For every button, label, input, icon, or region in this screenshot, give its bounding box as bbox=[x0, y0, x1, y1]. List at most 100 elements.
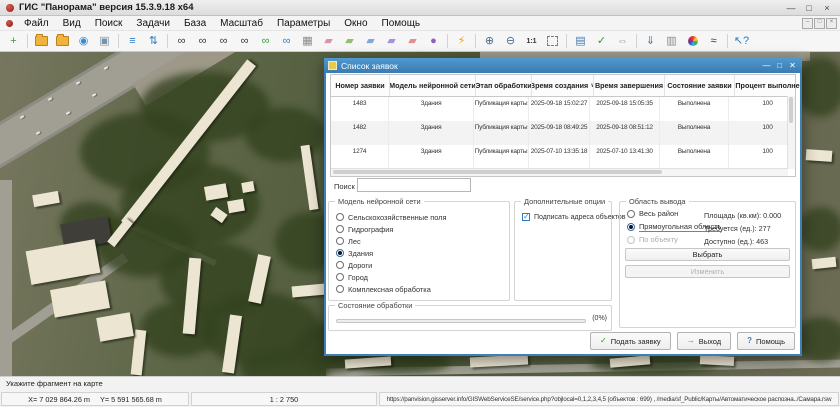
radio-icon[interactable] bbox=[336, 249, 344, 257]
select-area-button[interactable]: Выбрать bbox=[625, 248, 790, 261]
table-header-cell[interactable]: Модель нейронной сети bbox=[390, 75, 476, 96]
child-minimize-button[interactable]: – bbox=[802, 18, 813, 29]
find-area-button[interactable]: ∞ bbox=[192, 33, 213, 50]
data-grid-button[interactable]: ▦ bbox=[297, 33, 318, 50]
frame-select-button[interactable] bbox=[542, 33, 563, 50]
find-line-button[interactable]: ∞ bbox=[213, 33, 234, 50]
statusbar-scale[interactable]: 1 : 2 750 bbox=[191, 392, 377, 406]
scale-1-1-button[interactable]: 1:1 bbox=[521, 33, 542, 50]
find-object-button[interactable]: ∞ bbox=[171, 33, 192, 50]
copy-map-button[interactable]: ▣ bbox=[94, 33, 115, 50]
radio-icon[interactable] bbox=[627, 210, 635, 218]
dock-button[interactable]: ⇓ bbox=[640, 33, 661, 50]
menu-item-6[interactable]: Масштаб bbox=[213, 18, 270, 29]
zoom-in-button[interactable]: ⊕ bbox=[479, 33, 500, 50]
radio-option[interactable]: Город bbox=[329, 271, 509, 283]
radio-icon[interactable] bbox=[336, 237, 344, 245]
table-header-cell[interactable]: Время завершения bbox=[594, 75, 665, 96]
radio-selected-option[interactable]: Здания bbox=[329, 247, 509, 259]
requests-table: Номер заявкиМодель нейронной сетиЭтап об… bbox=[330, 74, 796, 177]
menu-item-2[interactable]: Вид bbox=[56, 18, 88, 29]
radio-icon[interactable] bbox=[336, 225, 344, 233]
child-restore-button[interactable]: □ bbox=[814, 18, 825, 29]
checkbox-checked-icon[interactable] bbox=[522, 213, 530, 221]
menu-item-1[interactable]: Файл bbox=[17, 18, 56, 29]
radio-icon[interactable] bbox=[336, 261, 344, 269]
radio-option[interactable]: Комплексная обработка bbox=[329, 283, 509, 295]
minimize-button[interactable]: — bbox=[782, 1, 800, 14]
panorama-button[interactable]: ≈ bbox=[703, 33, 724, 50]
radio-icon[interactable] bbox=[336, 285, 344, 293]
menu-item-4[interactable]: Задачи bbox=[129, 18, 177, 29]
data-grid-icon: ▦ bbox=[302, 36, 312, 47]
map-sheet-red-button[interactable]: ▰ bbox=[402, 33, 423, 50]
table-header-cell[interactable]: Время создания∨ bbox=[532, 75, 594, 96]
dialog-icon bbox=[328, 61, 337, 70]
child-close-button[interactable]: × bbox=[826, 18, 837, 29]
find-web-button[interactable]: ∞ bbox=[276, 33, 297, 50]
map-sheet-violet-button[interactable]: ▰ bbox=[381, 33, 402, 50]
table-horizontal-scrollbar[interactable] bbox=[331, 168, 788, 176]
radio-icon[interactable] bbox=[627, 236, 635, 244]
dialog-close-button[interactable]: ✕ bbox=[786, 61, 799, 70]
menu-item-3[interactable]: Поиск bbox=[88, 18, 130, 29]
table-row[interactable]: 1483ЗданияПубликация карты2025-09-18 15:… bbox=[331, 97, 795, 121]
resize-button[interactable]: ⇔ bbox=[612, 33, 633, 50]
button-check[interactable]: ✓Подать заявку bbox=[590, 332, 671, 350]
color-wheel-button[interactable] bbox=[682, 33, 703, 50]
search-input[interactable] bbox=[357, 178, 471, 192]
panel-button[interactable]: ▤ bbox=[570, 33, 591, 50]
run-task-button[interactable]: ⚡ bbox=[451, 33, 472, 50]
open-map-icon bbox=[35, 36, 48, 46]
apply-button[interactable]: ✓ bbox=[591, 33, 612, 50]
find-point-button[interactable]: ∞ bbox=[234, 33, 255, 50]
table-header-cell[interactable]: Состояние заявки bbox=[665, 75, 735, 96]
close-button[interactable]: × bbox=[818, 1, 836, 14]
button-arrow[interactable]: →Выход bbox=[677, 332, 731, 350]
layers-button[interactable]: ≡ bbox=[122, 33, 143, 50]
clipboard-button[interactable]: ▥ bbox=[661, 33, 682, 50]
radio-option[interactable]: Сельскохозяйственные поля bbox=[329, 211, 509, 223]
radio-icon[interactable] bbox=[627, 223, 635, 231]
geoportal-button[interactable]: ◉ bbox=[73, 33, 94, 50]
sphere-button[interactable]: ● bbox=[423, 33, 444, 50]
table-row[interactable]: 1482ЗданияПубликация карты2025-09-18 08:… bbox=[331, 121, 795, 145]
table-header-cell[interactable]: Номер заявки bbox=[331, 75, 390, 96]
dialog-maximize-button[interactable]: □ bbox=[773, 61, 786, 70]
open-map-button[interactable] bbox=[31, 33, 52, 50]
radio-label: Комплексная обработка bbox=[348, 285, 431, 294]
zoom-out-button[interactable]: ⊖ bbox=[500, 33, 521, 50]
map-sheet-green-button[interactable]: ▰ bbox=[339, 33, 360, 50]
menu-item-9[interactable]: Помощь bbox=[375, 18, 428, 29]
radio-option[interactable]: Гидрография bbox=[329, 223, 509, 235]
map-sheet-pink-button[interactable]: ▰ bbox=[318, 33, 339, 50]
sign-addresses-checkbox-row[interactable]: Подписать адреса объектов bbox=[515, 211, 611, 223]
button-label: Подать заявку bbox=[611, 337, 661, 346]
new-map-button[interactable]: + bbox=[3, 33, 24, 50]
menu-item-7[interactable]: Параметры bbox=[270, 18, 337, 29]
table-row[interactable]: 1274ЗданияПубликация карты2025-07-10 13:… bbox=[331, 145, 795, 169]
maximize-button[interactable]: □ bbox=[800, 1, 818, 14]
progress-bar bbox=[336, 319, 586, 323]
open-database-button[interactable] bbox=[52, 33, 73, 50]
pointer-help-button[interactable]: ↖? bbox=[731, 33, 752, 50]
menu-item-8[interactable]: Окно bbox=[337, 18, 374, 29]
area-group: Область вывода Весь районПрямоугольная о… bbox=[619, 201, 796, 328]
table-vertical-scrollbar[interactable] bbox=[787, 96, 795, 169]
table-cell: Выполнена bbox=[660, 97, 729, 121]
radio-icon[interactable] bbox=[336, 213, 344, 221]
dialog-minimize-button[interactable]: — bbox=[760, 61, 773, 70]
find-settings-button[interactable]: ∞ bbox=[255, 33, 276, 50]
map-sheet-blue-button[interactable]: ▰ bbox=[360, 33, 381, 50]
menu-item-5[interactable]: База bbox=[177, 18, 213, 29]
map-sheet-violet-icon: ▰ bbox=[387, 36, 395, 47]
object-list-button[interactable]: ⇅ bbox=[143, 33, 164, 50]
radio-option[interactable]: Дороги bbox=[329, 259, 509, 271]
area-group-title: Область вывода bbox=[626, 197, 689, 206]
radio-option[interactable]: Лес bbox=[329, 235, 509, 247]
table-header-cell[interactable]: Процент выполнения bbox=[735, 75, 800, 96]
dialog-titlebar[interactable]: Список заявок —□✕ bbox=[324, 58, 802, 73]
table-header-cell[interactable]: Этап обработки bbox=[476, 75, 532, 96]
radio-icon[interactable] bbox=[336, 273, 344, 281]
button-question[interactable]: ?Помощь bbox=[737, 332, 795, 350]
